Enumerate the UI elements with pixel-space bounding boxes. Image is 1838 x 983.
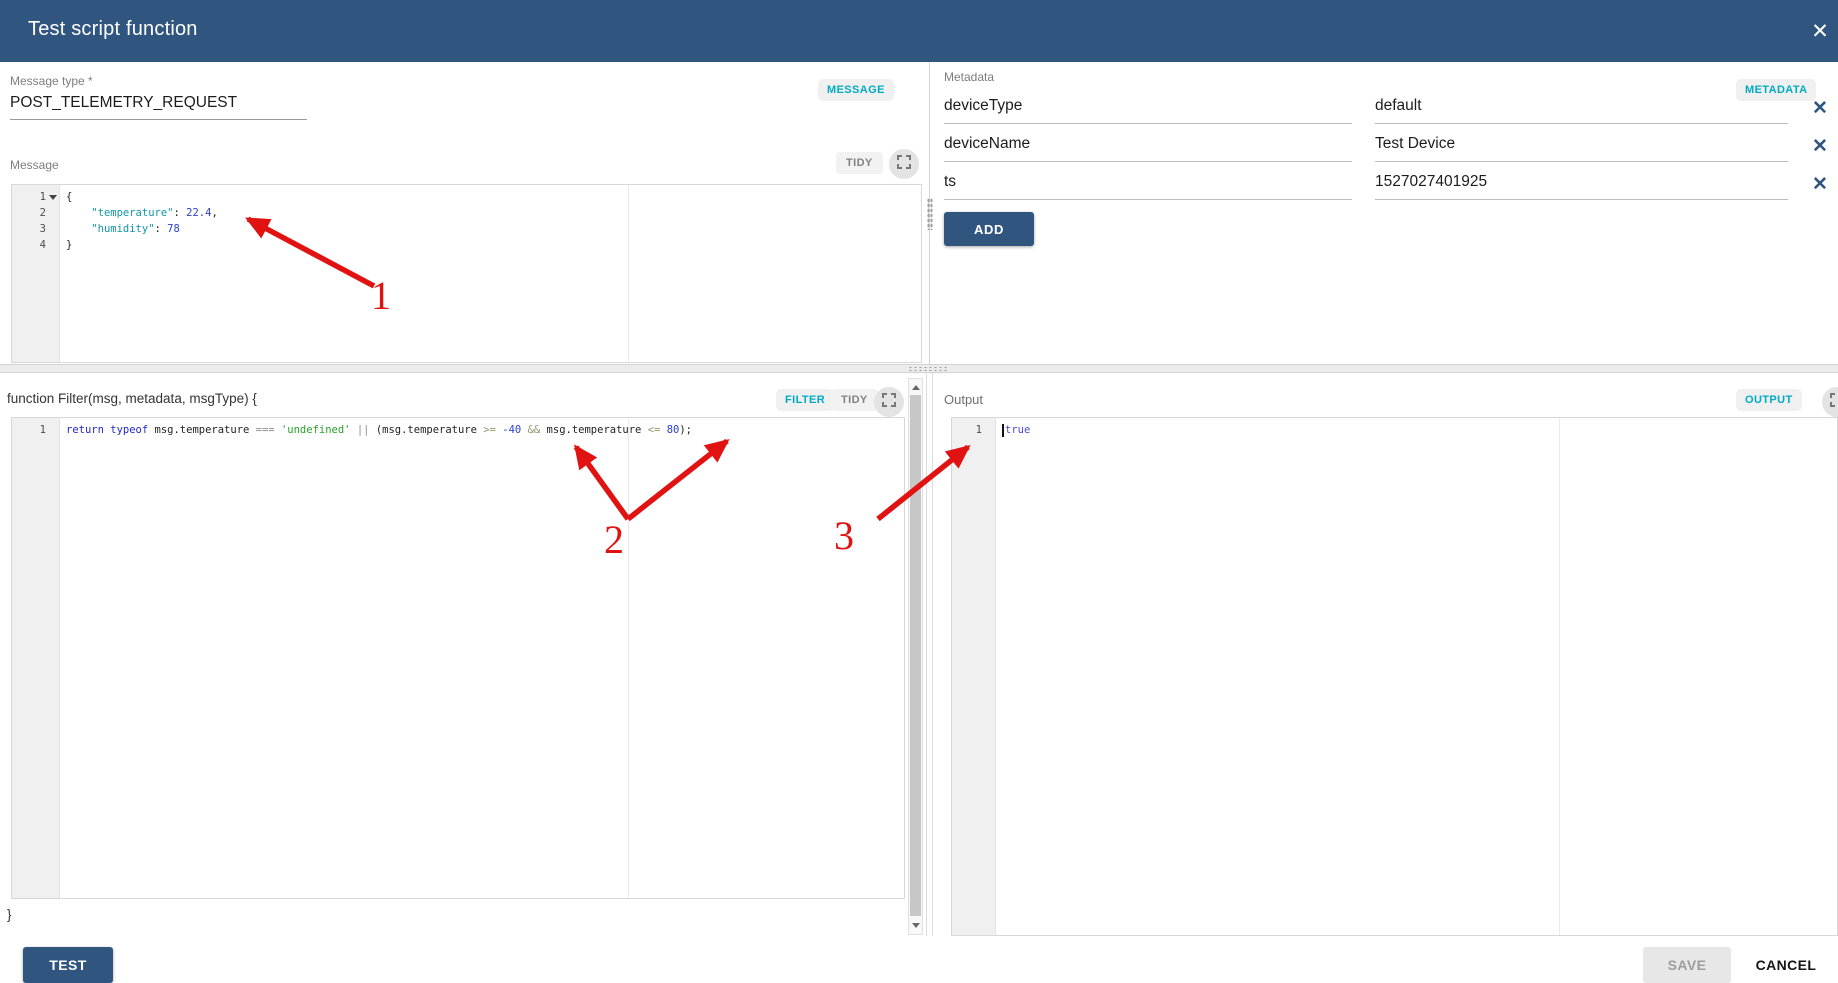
code-line[interactable]: "temperature": 22.4, — [66, 205, 921, 221]
metadata-key-input[interactable]: deviceType — [944, 97, 1352, 124]
text-cursor — [1002, 423, 1004, 437]
metadata-value-input[interactable]: 1527027401925 — [1375, 173, 1788, 200]
dialog-header: Test script function ✕ — [0, 0, 1838, 62]
filter-function-closing-brace: } — [7, 907, 12, 922]
message-badge: MESSAGE — [818, 79, 894, 101]
message-code-editor[interactable]: 1 2 3 4 { "temperature": 22.4, "humidity": … — [11, 184, 922, 363]
line-number: 1 — [39, 424, 46, 436]
output-label: Output — [944, 392, 984, 407]
line-number: 2 — [39, 207, 46, 219]
output-fullscreen-button[interactable] — [1822, 387, 1838, 417]
editor-code[interactable]: true — [996, 418, 1837, 935]
editor-gutter: 1 — [952, 418, 996, 935]
metadata-value-input[interactable]: Test Device — [1375, 135, 1788, 162]
metadata-key-input[interactable]: ts — [944, 173, 1352, 200]
fold-icon[interactable] — [49, 195, 57, 200]
filter-badge: FILTER — [776, 389, 835, 411]
dialog-title: Test script function — [28, 18, 198, 40]
message-type-input[interactable]: POST_TELEMETRY_REQUEST — [10, 94, 307, 120]
editor-ruler — [628, 418, 629, 898]
metadata-row: deviceName Test Device ✕ — [944, 124, 1838, 162]
cancel-button[interactable]: CANCEL — [1742, 947, 1830, 983]
code-line[interactable]: return typeof msg.temperature === 'undef… — [66, 422, 904, 438]
editor-gutter: 1 2 3 4 — [12, 185, 60, 362]
close-icon[interactable]: ✕ — [1804, 15, 1836, 47]
filter-fullscreen-button[interactable] — [874, 387, 904, 417]
metadata-row: deviceType default ✕ — [944, 86, 1838, 124]
filter-tidy-button[interactable]: TIDY — [831, 389, 878, 411]
code-line[interactable]: true — [1002, 422, 1837, 438]
vertical-splitter-line — [926, 373, 927, 936]
metadata-row: ts 1527027401925 ✕ — [944, 162, 1838, 200]
metadata-key-input[interactable]: deviceName — [944, 135, 1352, 162]
editor-ruler — [1559, 418, 1560, 935]
vertical-splitter-handle-icon[interactable] — [927, 198, 933, 230]
message-editor-label: Message — [10, 158, 59, 172]
line-number: 3 — [39, 223, 46, 235]
fullscreen-icon — [882, 392, 896, 412]
editor-gutter: 1 — [12, 418, 60, 898]
fullscreen-icon — [897, 154, 911, 174]
filter-function-signature: function Filter(msg, metadata, msgType) … — [7, 391, 257, 406]
remove-metadata-icon[interactable]: ✕ — [1806, 94, 1834, 122]
remove-metadata-icon[interactable]: ✕ — [1806, 132, 1834, 160]
filter-panel-scrollbar[interactable] — [908, 378, 923, 935]
message-tidy-button[interactable]: TIDY — [836, 152, 883, 174]
editor-code[interactable]: { "temperature": 22.4, "humidity": 78} — [60, 185, 921, 362]
editor-code[interactable]: return typeof msg.temperature === 'undef… — [60, 418, 904, 898]
filter-code-editor[interactable]: 1 return typeof msg.temperature === 'und… — [11, 417, 905, 899]
editor-ruler — [628, 185, 629, 362]
metadata-label: Metadata — [944, 70, 995, 84]
code-line[interactable]: { — [66, 189, 921, 205]
line-number: 4 — [39, 239, 46, 251]
scrollbar-thumb[interactable] — [910, 395, 921, 916]
vertical-splitter-line — [932, 373, 933, 936]
metadata-rows: deviceType default ✕ deviceName Test Device ✕… — [944, 86, 1838, 200]
scroll-down-icon[interactable] — [912, 923, 920, 928]
metadata-value-input[interactable]: default — [1375, 97, 1788, 124]
save-button[interactable]: SAVE — [1643, 947, 1731, 983]
test-button[interactable]: TEST — [23, 947, 113, 983]
remove-metadata-icon[interactable]: ✕ — [1806, 170, 1834, 198]
fullscreen-icon — [1830, 392, 1838, 412]
line-number: 1 — [12, 189, 59, 205]
code-line[interactable]: "humidity": 78 — [66, 221, 921, 237]
horizontal-splitter-handle-icon[interactable] — [908, 366, 948, 372]
line-number: 1 — [975, 424, 982, 436]
message-type-label: Message type * — [10, 74, 93, 88]
code-line[interactable]: } — [66, 237, 921, 253]
add-metadata-button[interactable]: ADD — [944, 212, 1034, 246]
output-badge: OUTPUT — [1736, 389, 1802, 411]
message-fullscreen-button[interactable] — [889, 149, 919, 179]
output-code-editor[interactable]: 1 true — [951, 417, 1838, 936]
scroll-up-icon[interactable] — [912, 385, 920, 390]
